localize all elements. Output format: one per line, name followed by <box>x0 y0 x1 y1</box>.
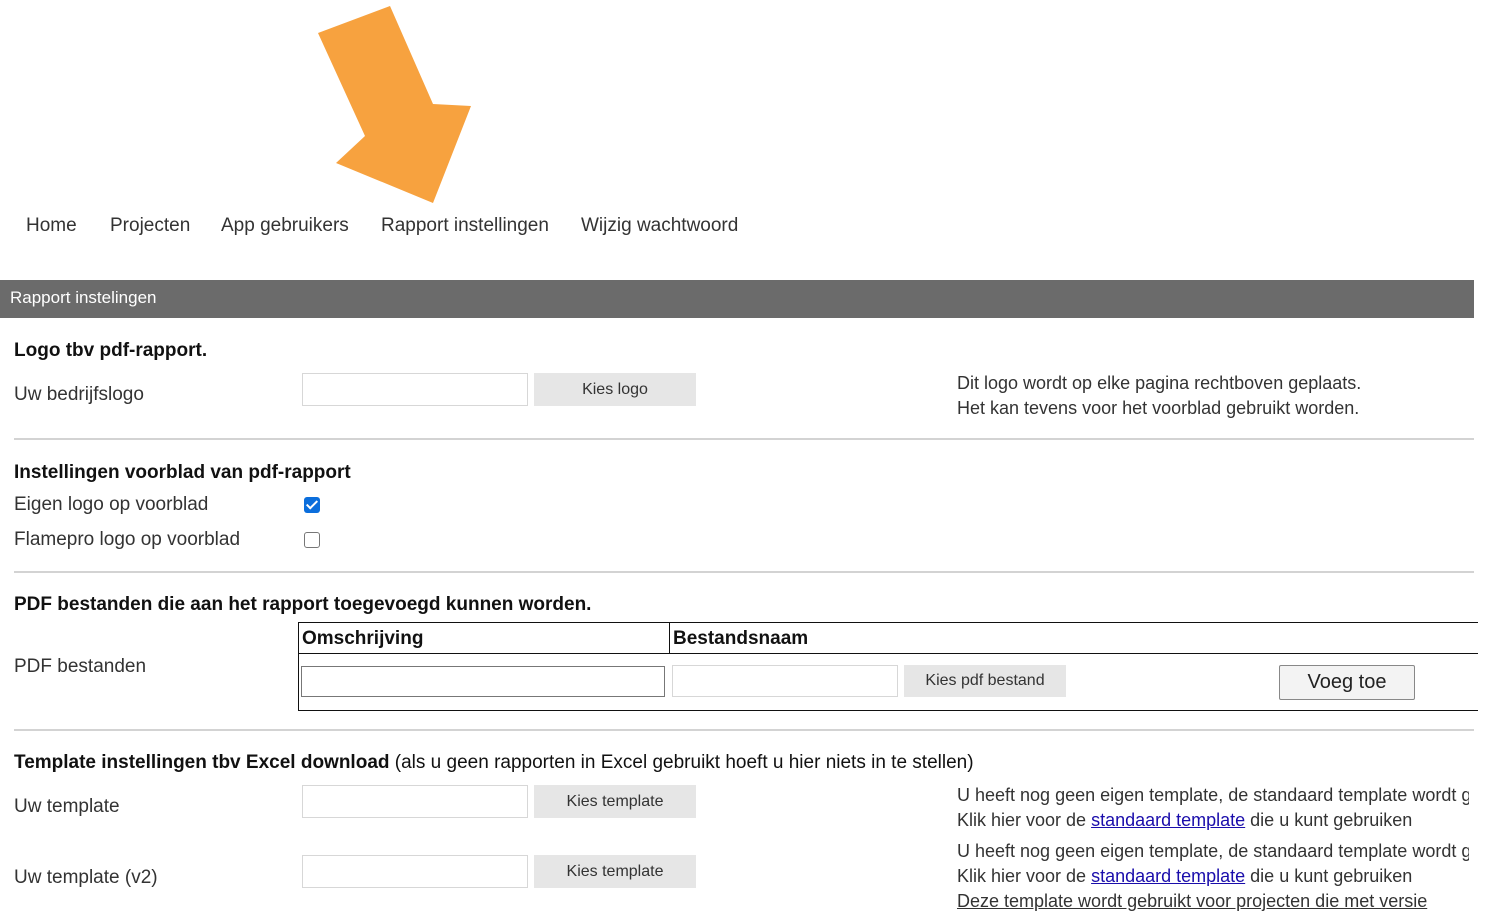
choose-pdf-button[interactable]: Kies pdf bestand <box>904 665 1066 697</box>
template-v2-info-line-2: Klik hier voor de standaard template die… <box>957 866 1469 887</box>
logo-section-heading: Logo tbv pdf-rapport. <box>14 340 208 361</box>
column-header-omschrijving: Omschrijving <box>302 628 424 649</box>
template-v2-info-suffix: die u kunt gebruiken <box>1245 866 1413 886</box>
divider <box>14 729 1474 731</box>
cover-section-heading: Instellingen voorblad van pdf-rapport <box>14 462 351 483</box>
own-logo-checkbox[interactable] <box>304 497 320 513</box>
template-v2-info-prefix: Klik hier voor de <box>957 866 1092 886</box>
column-header-bestandsnaam: Bestandsnaam <box>673 628 809 649</box>
choose-template-button[interactable]: Kies template <box>534 785 696 818</box>
nav-rapport-instellingen[interactable]: Rapport instellingen <box>381 215 549 237</box>
template-label: Uw template <box>14 796 120 817</box>
nav-wijzig-wachtwoord[interactable]: Wijzig wachtwoord <box>581 215 738 237</box>
template-v2-label: Uw template (v2) <box>14 867 158 888</box>
template-heading-note: (als u geen rapporten in Excel gebruikt … <box>389 752 974 773</box>
flamepro-logo-label: Flamepro logo op voorblad <box>14 529 241 550</box>
template-info-prefix: Klik hier voor de <box>957 810 1092 830</box>
template-info-line-1: U heeft nog geen eigen template, de stan… <box>957 785 1469 805</box>
company-logo-label: Uw bedrijfslogo <box>14 384 144 405</box>
template-v2-info-line-1: U heeft nog geen eigen template, de stan… <box>957 841 1469 861</box>
nav-home[interactable]: Home <box>26 215 77 237</box>
standard-template-v2-link[interactable]: standaard template <box>1091 866 1245 886</box>
nav-app-gebruikers[interactable]: App gebruikers <box>221 215 349 237</box>
template-v2-file-field[interactable] <box>302 855 528 888</box>
logo-info-line-2: Het kan tevens voor het voorblad gebruik… <box>957 398 1360 418</box>
pdf-section-heading: PDF bestanden die aan het rapport toegev… <box>14 594 592 615</box>
own-logo-label: Eigen logo op voorblad <box>14 494 209 515</box>
company-logo-file-field[interactable] <box>302 373 528 406</box>
template-info-suffix: die u kunt gebruiken <box>1245 810 1413 830</box>
choose-logo-button[interactable]: Kies logo <box>534 373 696 406</box>
table-column-divider <box>669 623 670 653</box>
template-section-heading: Template instellingen tbv Excel download… <box>14 752 974 774</box>
template-heading-bold: Template instellingen tbv Excel download <box>14 752 390 773</box>
standard-template-link[interactable]: standaard template <box>1091 810 1245 830</box>
pdf-description-input[interactable] <box>301 666 665 697</box>
table-header-divider <box>299 653 1478 654</box>
logo-info-line-1: Dit logo wordt op elke pagina rechtboven… <box>957 373 1362 393</box>
add-pdf-button[interactable]: Voeg toe <box>1279 665 1415 700</box>
template-info-line-2: Klik hier voor de standaard template die… <box>957 810 1469 831</box>
pdf-file-field[interactable] <box>672 665 898 697</box>
flamepro-logo-checkbox[interactable] <box>304 532 320 548</box>
template-file-field[interactable] <box>302 785 528 818</box>
divider <box>14 571 1474 573</box>
section-header-title: Rapport instelingen <box>10 288 157 307</box>
choose-template-v2-button[interactable]: Kies template <box>534 855 696 888</box>
nav-projecten[interactable]: Projecten <box>110 215 190 237</box>
template-v2-info-line-3: Deze template wordt gebruikt voor projec… <box>957 891 1428 911</box>
pdf-files-label: PDF bestanden <box>14 656 147 677</box>
divider <box>14 438 1474 440</box>
annotation-arrow <box>318 6 471 203</box>
section-header-bar: Rapport instelingen <box>0 280 1474 318</box>
